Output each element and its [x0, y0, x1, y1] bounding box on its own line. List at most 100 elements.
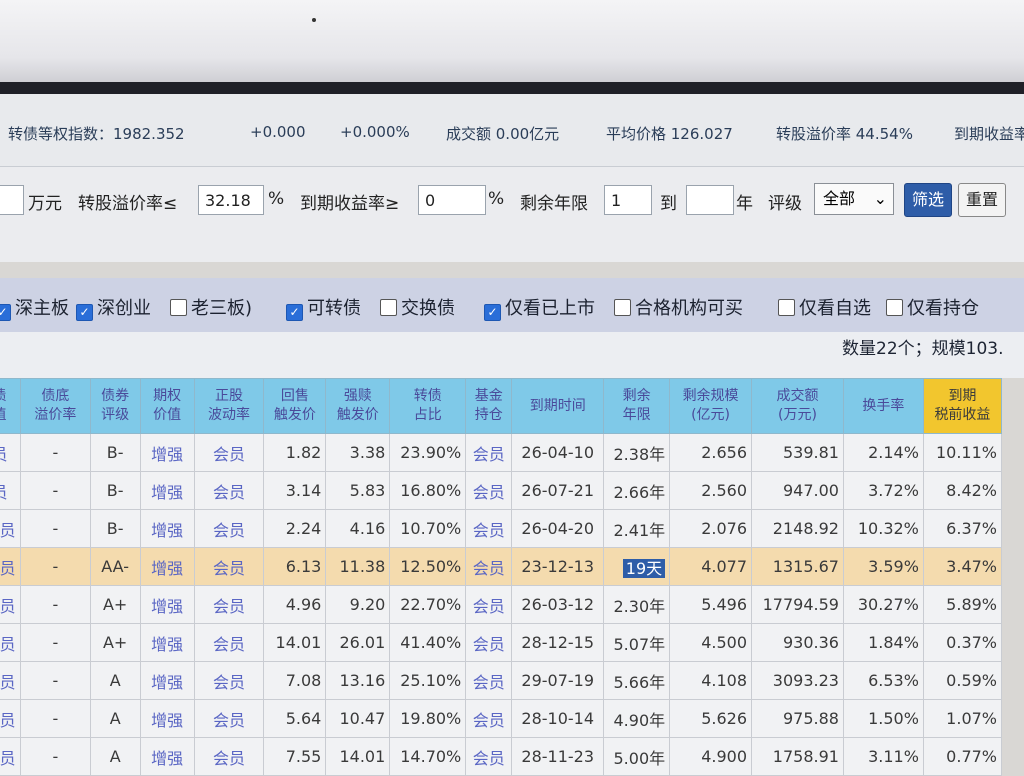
- column-header[interactable]: 债值: [0, 378, 21, 434]
- checkbox-watchlist-only[interactable]: 仅看自选: [778, 294, 871, 320]
- table-cell[interactable]: 会员: [193, 509, 265, 548]
- table-row[interactable]: 会员-A增强会员7.5514.0114.70%会员28-11-235.00年4.…: [0, 737, 1003, 776]
- table-cell[interactable]: 增强: [139, 585, 195, 624]
- table-cell[interactable]: 增强: [139, 433, 195, 472]
- column-header[interactable]: 成交额 (万元): [751, 378, 844, 434]
- table-cell: 5.07年: [603, 623, 671, 662]
- table-cell[interactable]: 会员: [193, 737, 265, 776]
- years-filter-label: 剩余年限: [520, 194, 588, 214]
- table-cell[interactable]: 会员: [465, 509, 513, 548]
- checkbox-sz-gem[interactable]: ✓ 深创业: [76, 294, 151, 321]
- table-row[interactable]: 会员-A增强会员5.6410.4719.80%会员28-10-144.90年5.…: [0, 699, 1003, 738]
- ytm-input[interactable]: 0: [418, 185, 486, 215]
- table-cell[interactable]: 会员: [465, 661, 513, 700]
- premium-filter-label: 转股溢价率≤: [78, 194, 178, 214]
- table-row[interactable]: 员-B-增强会员1.823.3823.90%会员26-04-102.38年2.6…: [0, 433, 1003, 472]
- table-cell[interactable]: 会员: [193, 585, 265, 624]
- checkbox-filter-row: ✓ 深主板 ✓ 深创业 老三板) ✓ 可转债 交换债 ✓ 仅看已上市 合格机构可买 仅看…: [0, 278, 1024, 332]
- table-cell: 3.38: [325, 433, 391, 472]
- years-to-input[interactable]: [686, 185, 734, 215]
- table-cell: 1758.91: [751, 737, 844, 776]
- table-cell[interactable]: 增强: [139, 737, 195, 776]
- table-cell[interactable]: 会员: [465, 471, 513, 510]
- column-header[interactable]: 债底 溢价率: [19, 378, 91, 434]
- years-from-input[interactable]: 1: [604, 185, 652, 215]
- table-cell: 3.72%: [842, 471, 924, 510]
- table-cell: 26-04-20: [511, 509, 605, 548]
- table-cell: 14.01: [263, 623, 327, 662]
- column-header[interactable]: 债券 评级: [89, 378, 141, 434]
- checkbox-neeq[interactable]: 老三板): [170, 294, 252, 320]
- index-value: 转债等权指数：1982.352: [8, 125, 185, 143]
- column-header[interactable]: 正股 波动率: [193, 378, 265, 434]
- checkbox-label: 交换债: [401, 298, 455, 319]
- checkbox-holdings-only[interactable]: 仅看持仓: [886, 294, 979, 320]
- table-cell[interactable]: 会员: [193, 661, 265, 700]
- table-row[interactable]: 会员-A增强会员7.0813.1625.10%会员29-07-195.66年4.…: [0, 661, 1003, 700]
- table-cell[interactable]: 增强: [139, 661, 195, 700]
- table-cell[interactable]: 会员: [465, 547, 513, 586]
- table-cell: 1.07%: [922, 699, 1003, 738]
- checkbox-convertible[interactable]: ✓ 可转债: [286, 294, 361, 321]
- table-cell[interactable]: 会员: [193, 699, 265, 738]
- years-unit-label: 年: [736, 194, 753, 214]
- rating-select[interactable]: 全部 ⌄: [814, 183, 894, 215]
- table-cell[interactable]: 增强: [139, 623, 195, 662]
- table-cell: 员: [0, 471, 21, 510]
- table-row[interactable]: 会员-AA-增强会员6.1311.3812.50%会员23-12-1319天4.…: [0, 547, 1003, 586]
- table-cell: 4.500: [669, 623, 752, 662]
- table-cell[interactable]: 增强: [139, 547, 195, 586]
- table-cell[interactable]: 增强: [139, 699, 195, 738]
- column-header[interactable]: 剩余规模 (亿元): [669, 378, 752, 434]
- checkbox-listed-only[interactable]: ✓ 仅看已上市: [484, 294, 595, 321]
- table-cell[interactable]: 会员: [465, 585, 513, 624]
- table-row[interactable]: 员-B-增强会员3.145.8316.80%会员26-07-212.66年2.5…: [0, 471, 1003, 510]
- window-top-area: [0, 0, 1024, 82]
- table-cell[interactable]: 会员: [465, 623, 513, 662]
- index-change: +0.000: [250, 123, 306, 141]
- index-ytm: 到期收益率: [954, 125, 1024, 143]
- column-header[interactable]: 强赎 触发价: [325, 378, 391, 434]
- table-cell: 6.53%: [842, 661, 924, 700]
- column-header[interactable]: 回售 触发价: [263, 378, 327, 434]
- checkbox-exchangeable[interactable]: 交换债: [380, 294, 455, 320]
- table-cell[interactable]: 增强: [139, 471, 195, 510]
- table-cell[interactable]: 会员: [193, 547, 265, 586]
- column-header[interactable]: 到期时间: [511, 378, 605, 434]
- days-remaining-badge: 19天: [622, 558, 666, 578]
- column-header[interactable]: 剩余 年限: [603, 378, 671, 434]
- filter-button[interactable]: 筛选: [904, 183, 952, 217]
- table-cell: 28-11-23: [511, 737, 605, 776]
- checkbox-label: 仅看自选: [799, 298, 871, 319]
- table-cell[interactable]: 会员: [465, 699, 513, 738]
- table-cell: 会员: [0, 585, 21, 624]
- table-cell: AA-: [89, 547, 141, 586]
- table-cell[interactable]: 会员: [193, 433, 265, 472]
- table-cell: 会员: [0, 623, 21, 662]
- table-cell[interactable]: 会员: [193, 623, 265, 662]
- table-row[interactable]: 会员-B-增强会员2.244.1610.70%会员26-04-202.41年2.…: [0, 509, 1003, 548]
- checkbox-qualified-inst[interactable]: 合格机构可买: [614, 294, 743, 320]
- amount-input[interactable]: [0, 185, 24, 215]
- table-cell: A: [89, 661, 141, 700]
- column-header[interactable]: 换手率: [842, 378, 924, 434]
- table-cell: 14.70%: [389, 737, 467, 776]
- column-header[interactable]: 基金 持仓: [465, 378, 513, 434]
- table-cell: 17794.59: [751, 585, 844, 624]
- reset-button[interactable]: 重置: [958, 183, 1006, 217]
- table-cell[interactable]: 增强: [139, 509, 195, 548]
- table-cell: 8.42%: [922, 471, 1003, 510]
- table-row[interactable]: 会员-A+增强会员4.969.2022.70%会员26-03-122.30年5.…: [0, 585, 1003, 624]
- checkbox-sz-main[interactable]: ✓ 深主板: [0, 294, 69, 321]
- table-cell[interactable]: 会员: [465, 433, 513, 472]
- table-cell: 9.20: [325, 585, 391, 624]
- table-cell: 2.560: [669, 471, 752, 510]
- table-row[interactable]: 会员-A+增强会员14.0126.0141.40%会员28-12-155.07年…: [0, 623, 1003, 662]
- column-header[interactable]: 到期 税前收益: [922, 378, 1003, 434]
- column-header[interactable]: 期权 价值: [139, 378, 195, 434]
- table-cell[interactable]: 会员: [193, 471, 265, 510]
- column-header[interactable]: 转债 占比: [389, 378, 467, 434]
- table-cell[interactable]: 会员: [465, 737, 513, 776]
- premium-input[interactable]: 32.18: [198, 185, 264, 215]
- table-cell: 12.50%: [389, 547, 467, 586]
